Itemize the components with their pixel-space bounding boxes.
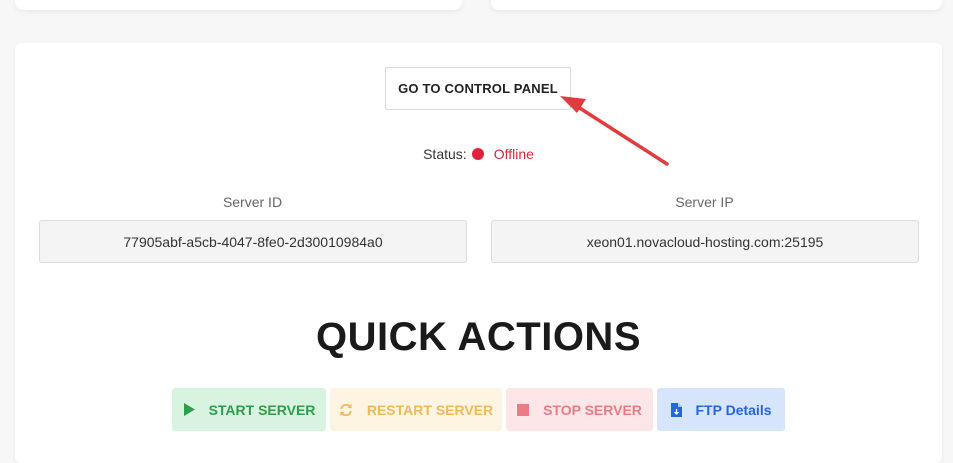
- top-card-left: [15, 0, 462, 10]
- go-to-control-panel-button[interactable]: GO TO CONTROL PANEL: [385, 67, 571, 110]
- top-cards-strip: [0, 0, 953, 40]
- start-server-button[interactable]: START SERVER: [172, 388, 326, 431]
- server-ip-label: Server IP: [675, 194, 734, 210]
- stop-server-label: STOP SERVER: [543, 401, 642, 418]
- server-id-field[interactable]: 77905abf-a5cb-4047-8fe0-2d30010984a0: [39, 220, 467, 263]
- quick-actions-title: QUICK ACTIONS: [315, 315, 641, 359]
- file-icon: [670, 402, 682, 417]
- restart-server-label: RESTART SERVER: [366, 401, 494, 418]
- ftp-details-label: FTP Details: [695, 401, 772, 418]
- control-panel-label: GO TO CONTROL PANEL: [398, 81, 558, 96]
- server-ip-value: xeon01.novacloud-hosting.com:25195: [586, 233, 824, 250]
- status-value: Offline: [493, 146, 534, 162]
- server-id-label: Server ID: [222, 194, 283, 210]
- ftp-details-button[interactable]: FTP Details: [657, 388, 785, 431]
- stop-server-button[interactable]: STOP SERVER: [506, 388, 653, 431]
- server-id-value: 77905abf-a5cb-4047-8fe0-2d30010984a0: [123, 233, 383, 250]
- refresh-icon: [339, 403, 353, 417]
- stop-icon: [517, 403, 530, 416]
- play-icon: [183, 403, 195, 416]
- start-server-label: START SERVER: [208, 401, 316, 418]
- status-dot-icon: [471, 148, 484, 160]
- status-row: Status: Offline: [15, 146, 942, 162]
- top-card-right: [491, 0, 942, 10]
- restart-server-button[interactable]: RESTART SERVER: [330, 388, 502, 431]
- server-panel: GO TO CONTROL PANEL Status: Offline Serv…: [15, 43, 942, 463]
- server-ip-field[interactable]: xeon01.novacloud-hosting.com:25195: [491, 220, 919, 263]
- status-label: Status:: [423, 146, 467, 162]
